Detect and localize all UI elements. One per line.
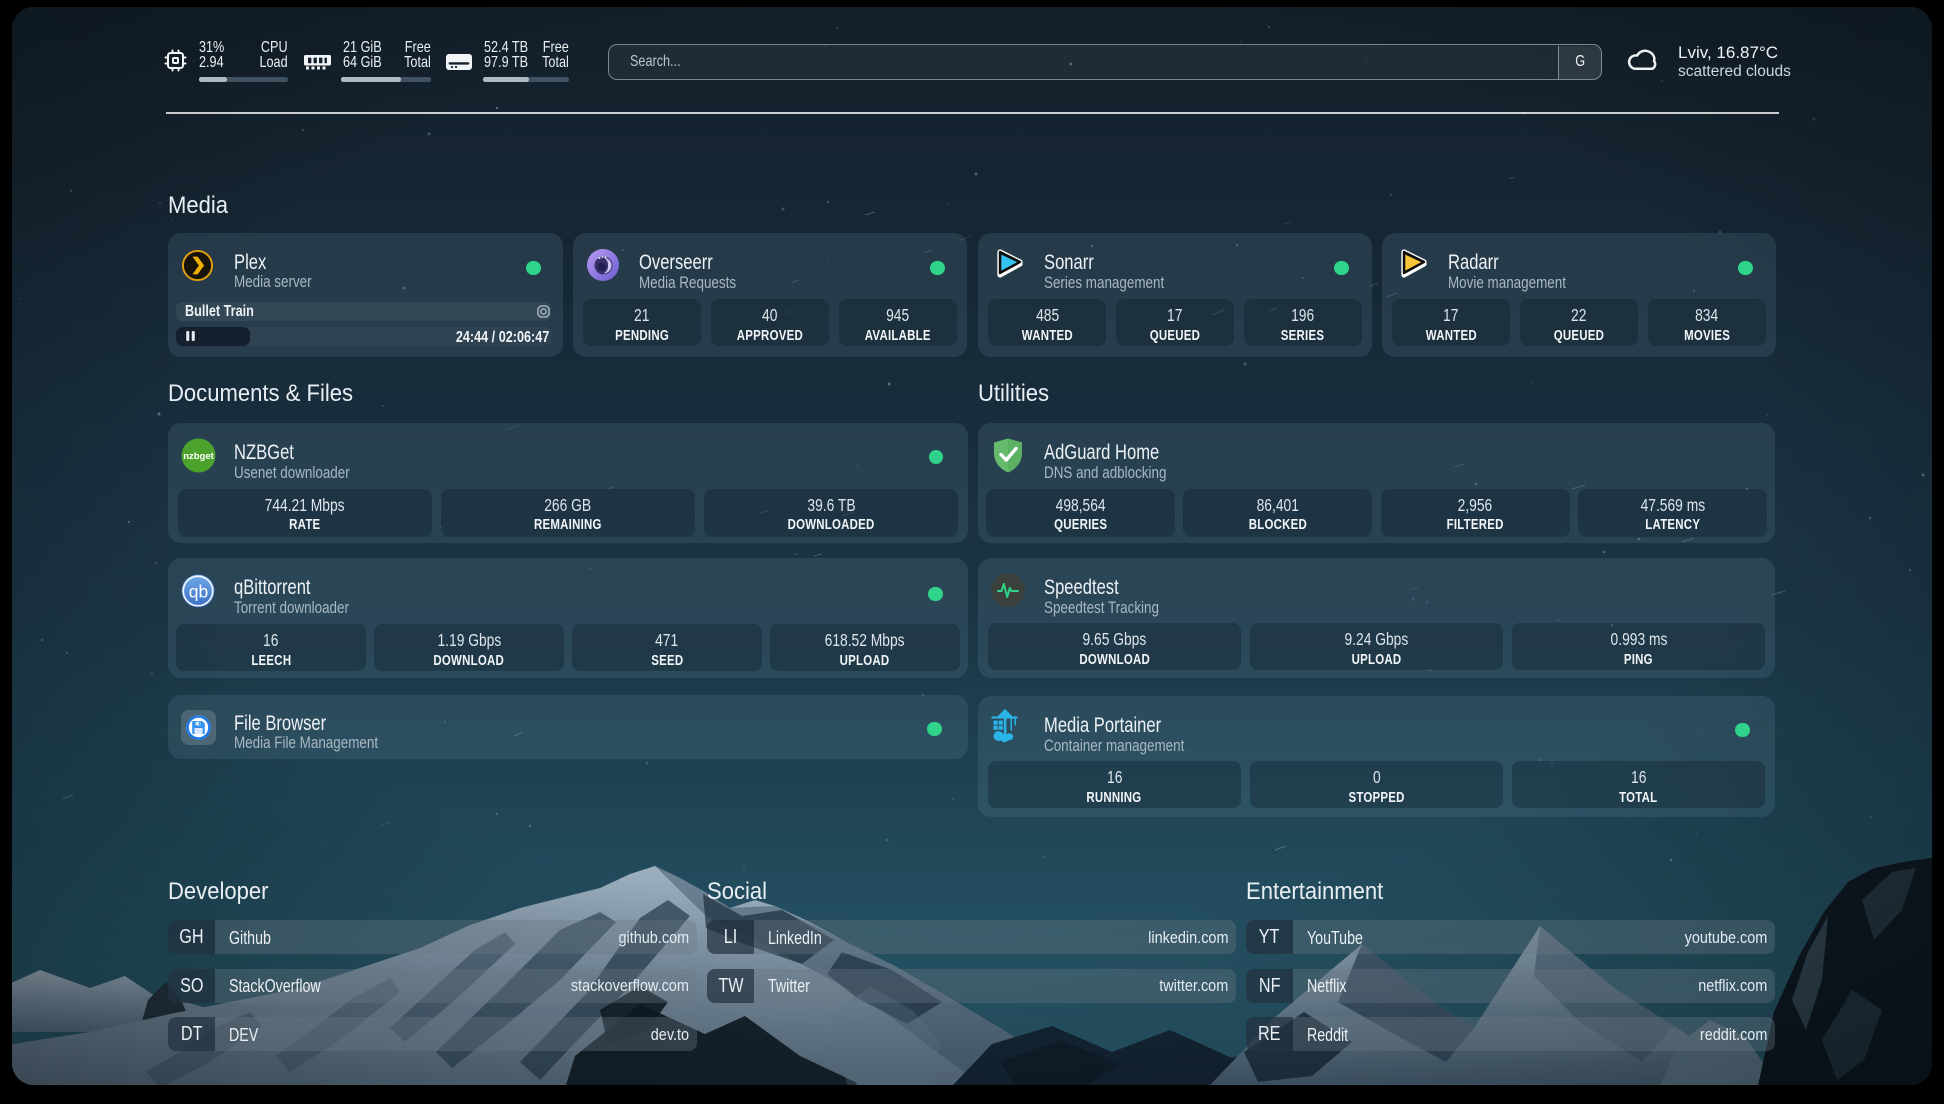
svg-text:nzbget: nzbget bbox=[183, 451, 214, 462]
svg-text:qb: qb bbox=[189, 582, 208, 602]
